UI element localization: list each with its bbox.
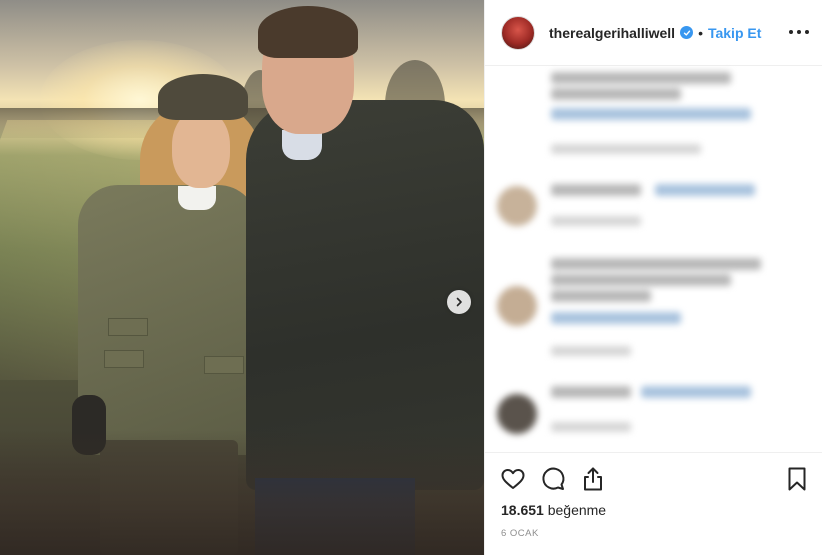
comment-bubble-icon bbox=[542, 467, 565, 490]
profile-avatar[interactable] bbox=[501, 15, 535, 50]
blurred-comment-line bbox=[551, 258, 761, 270]
comment-avatar bbox=[497, 394, 537, 434]
post-side-panel: therealgerihalliwell • Takip Et 18.651 b… bbox=[484, 0, 822, 555]
photo-coat-pocket bbox=[108, 318, 148, 336]
save-button[interactable] bbox=[783, 465, 811, 493]
share-icon bbox=[584, 467, 602, 491]
blurred-comment-line bbox=[551, 386, 631, 398]
blurred-caption-line bbox=[551, 72, 731, 84]
blurred-comment-line bbox=[655, 184, 755, 196]
share-button[interactable] bbox=[579, 465, 607, 493]
photo-coat-pocket bbox=[204, 356, 244, 374]
post-date[interactable]: 6 OCAK bbox=[501, 528, 539, 539]
comments-list bbox=[485, 66, 822, 452]
bookmark-icon bbox=[788, 467, 806, 491]
photo-woman-face bbox=[172, 110, 230, 188]
post-actions: 18.651 beğenme 6 OCAK bbox=[485, 452, 822, 555]
photo-woman-collar bbox=[178, 186, 216, 210]
header-separator: • bbox=[698, 24, 703, 41]
blurred-comment-line bbox=[551, 312, 681, 324]
more-options-icon bbox=[789, 30, 793, 34]
blurred-meta-line bbox=[551, 422, 631, 432]
comment-button[interactable] bbox=[539, 465, 567, 493]
blurred-caption-line bbox=[551, 88, 681, 100]
likes-label: beğenme bbox=[547, 502, 607, 518]
blurred-meta-line bbox=[551, 144, 701, 154]
post-header: therealgerihalliwell • Takip Et bbox=[485, 0, 822, 66]
blurred-comment-line bbox=[641, 386, 751, 398]
like-button[interactable] bbox=[499, 465, 527, 493]
comment-avatar bbox=[497, 286, 537, 326]
photo-man-hair bbox=[258, 6, 358, 58]
blurred-caption-line bbox=[551, 108, 751, 120]
comment-avatar bbox=[497, 186, 537, 226]
blurred-comment-line bbox=[551, 290, 651, 302]
photo-coat-pocket bbox=[104, 350, 144, 368]
post-photo[interactable] bbox=[0, 0, 484, 555]
blurred-comment-line bbox=[551, 274, 731, 286]
follow-button[interactable]: Takip Et bbox=[708, 25, 761, 41]
photo-woman-cap bbox=[158, 74, 248, 120]
heart-icon bbox=[501, 469, 525, 489]
chevron-right-icon bbox=[456, 297, 462, 307]
blurred-meta-line bbox=[551, 216, 641, 226]
likes-number: 18.651 bbox=[501, 502, 544, 518]
photo-man-collar bbox=[282, 130, 322, 160]
verified-badge-icon bbox=[680, 26, 694, 39]
blurred-meta-line bbox=[551, 346, 631, 356]
username-link[interactable]: therealgerihalliwell bbox=[549, 25, 675, 41]
next-photo-button[interactable] bbox=[447, 290, 471, 314]
photo-ground bbox=[0, 430, 484, 555]
more-options-button[interactable] bbox=[789, 24, 809, 40]
likes-count[interactable]: 18.651 beğenme bbox=[501, 502, 606, 518]
blurred-comment-line bbox=[551, 184, 641, 196]
